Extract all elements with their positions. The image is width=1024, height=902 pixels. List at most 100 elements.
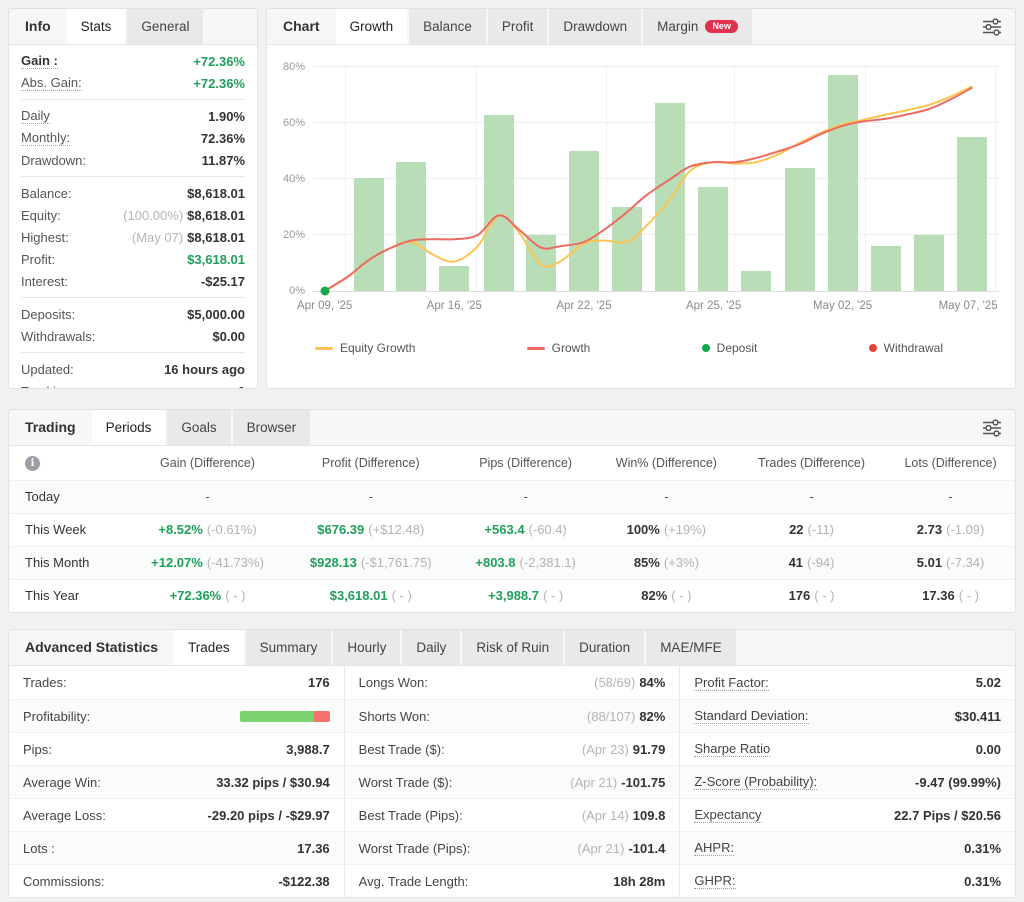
period-cell: - (737, 480, 886, 513)
cell-diff-value: ( - ) (543, 588, 563, 603)
tab-label: Risk of Ruin (476, 630, 549, 665)
stat-value-text: $0.00 (212, 329, 245, 344)
period-cell: 82%( - ) (596, 579, 737, 612)
adv-label[interactable]: Sharpe Ratio (694, 741, 770, 757)
adv-label: Worst Trade ($): (359, 775, 453, 790)
tab-advanced-statistics[interactable]: Advanced Statistics (9, 630, 174, 665)
cell-main-value: +8.52% (158, 522, 202, 537)
adv-value: -29.20 pips / -$29.97 (208, 808, 330, 823)
adv-label: Average Win: (23, 775, 101, 790)
stat-value: 11.87% (202, 153, 245, 168)
deposit-marker[interactable] (320, 287, 329, 296)
tab-margin[interactable]: MarginNew (643, 9, 752, 44)
tab-info[interactable]: Info (9, 9, 67, 44)
adv-value: 176 (308, 675, 330, 690)
cell-diff-value: (+3%) (664, 555, 699, 570)
tab-stats[interactable]: Stats (67, 9, 126, 44)
period-cell: - (286, 480, 455, 513)
tab-general[interactable]: General (127, 9, 203, 44)
adv-value: 3,988.7 (286, 742, 329, 757)
adv-label: Lots : (23, 841, 55, 856)
tab-drawdown[interactable]: Drawdown (549, 9, 641, 44)
stat-label: Abs. Gain: (21, 75, 82, 91)
cell-main-value: - (664, 489, 668, 504)
period-cell: 100%(+19%) (596, 513, 737, 546)
column-header-pips-difference: Pips (Difference) (456, 446, 596, 480)
tab-duration[interactable]: Duration (565, 630, 644, 665)
adv-value-text: -9.47 (99.99%) (915, 775, 1001, 790)
stat-label: Interest: (21, 274, 68, 289)
adv-label[interactable]: GHPR: (694, 873, 735, 889)
adv-label[interactable]: Standard Deviation: (694, 708, 808, 724)
legend-label: Growth (552, 341, 591, 355)
adv-label[interactable]: AHPR: (694, 840, 734, 856)
adv-label: Average Loss: (23, 808, 106, 823)
cell-main-value: 100% (627, 522, 660, 537)
legend-item-withdrawal[interactable]: Withdrawal (869, 341, 943, 355)
period-cell: 41(-94) (737, 546, 886, 579)
adv-label[interactable]: Profit Factor: (694, 675, 768, 691)
adv-label: Commissions: (23, 874, 105, 889)
tab-label: Periods (106, 410, 152, 445)
stat-value-text: $8,618.01 (187, 186, 245, 201)
tab-trading[interactable]: Trading (9, 410, 92, 445)
adv-value-text: -29.20 pips / -$29.97 (208, 808, 330, 823)
period-cell: - (129, 480, 286, 513)
period-cell: - (596, 480, 737, 513)
tab-profit[interactable]: Profit (488, 9, 548, 44)
sliders-icon (981, 418, 1003, 438)
period-cell: 17.36( - ) (886, 579, 1015, 612)
adv-value-text: 5.02 (976, 675, 1001, 690)
tab-risk-of-ruin[interactable]: Risk of Ruin (462, 630, 563, 665)
adv-label[interactable]: Z-Score (Probability): (694, 774, 817, 790)
cell-diff-value: (-94) (807, 555, 834, 570)
cell-main-value: - (205, 489, 209, 504)
legend-label: Deposit (717, 341, 758, 355)
chart-settings-icon[interactable] (981, 17, 1003, 37)
tab-browser[interactable]: Browser (233, 410, 311, 445)
tab-growth[interactable]: Growth (336, 9, 408, 44)
period-cell: +12.07%(-41.73%) (129, 546, 286, 579)
legend-item-equity-growth[interactable]: Equity Growth (315, 341, 415, 355)
adv-label: Longs Won: (359, 675, 428, 690)
tab-mae-mfe[interactable]: MAE/MFE (646, 630, 736, 665)
tab-trades[interactable]: Trades (174, 630, 244, 665)
tab-hourly[interactable]: Hourly (333, 630, 400, 665)
stat-value-prefix: (May 07) (132, 230, 183, 245)
adv-row-best-trade-pips: Best Trade (Pips):(Apr 14)109.8 (345, 798, 680, 831)
adv-row-ghpr: GHPR:0.31% (680, 864, 1015, 897)
adv-value: -$122.38 (278, 874, 329, 889)
adv-row-shorts-won: Shorts Won:(88/107)82% (345, 699, 680, 732)
profitability-bar-red (314, 711, 329, 722)
adv-value-text: 91.79 (633, 742, 666, 757)
tab-balance[interactable]: Balance (409, 9, 486, 44)
tab-goals[interactable]: Goals (167, 410, 230, 445)
tab-chart[interactable]: Chart (267, 9, 336, 44)
adv-label[interactable]: Expectancy (694, 807, 761, 823)
tab-daily[interactable]: Daily (402, 630, 460, 665)
info-icon[interactable]: i (25, 456, 40, 471)
legend-item-growth[interactable]: Growth (527, 341, 591, 355)
tab-summary[interactable]: Summary (246, 630, 332, 665)
cell-diff-value: ( - ) (814, 588, 834, 603)
legend-item-deposit[interactable]: Deposit (702, 341, 758, 355)
adv-label: Pips: (23, 742, 52, 757)
legend-line-swatch (315, 347, 333, 350)
x-axis-tick: Apr 25, '25 (686, 300, 741, 312)
adv-label: Best Trade (Pips): (359, 808, 463, 823)
adv-value: (58/69)84% (594, 675, 665, 690)
tab-periods[interactable]: Periods (92, 410, 166, 445)
cell-main-value: +12.07% (151, 555, 203, 570)
y-axis-tick: 0% (269, 285, 305, 297)
y-axis-tick: 40% (269, 173, 305, 185)
stat-value-text: $3,618.01 (187, 252, 245, 267)
adv-value-text: 82% (639, 709, 665, 724)
chart-legend: Equity Growth Growth Deposit Withdrawal (315, 341, 943, 355)
stat-value: 16 hours ago (164, 362, 245, 377)
x-axis-tick: Apr 16, '25 (427, 300, 482, 312)
periods-settings-icon[interactable] (981, 418, 1003, 438)
chart-plot-area[interactable]: 0%20%40%60%80%Apr 09, '25Apr 16, '25Apr … (313, 67, 999, 292)
cell-main-value: 17.36 (922, 588, 955, 603)
legend-dot-swatch (869, 344, 877, 352)
x-axis-tick: Apr 09, '25 (297, 300, 352, 312)
